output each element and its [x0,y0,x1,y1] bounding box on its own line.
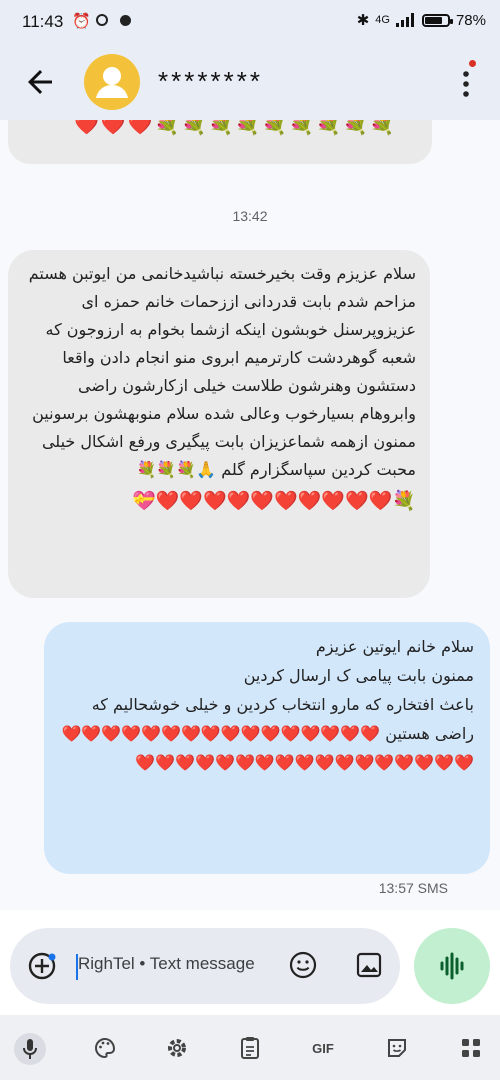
battery-icon [421,13,453,27]
person-icon [96,67,128,98]
message-input[interactable]: RighTel • Text message [10,928,400,1004]
back-arrow-icon[interactable] [22,64,58,100]
clipboard-icon[interactable] [235,1033,265,1063]
contact-avatar[interactable] [84,54,140,110]
sticker-icon[interactable] [382,1033,412,1063]
add-attachment-icon[interactable] [26,950,58,982]
battery-percent: 78% [455,11,486,29]
clock: 11:43 [22,12,64,31]
message-placeholder: RighTel • Text message [78,954,255,973]
incoming-message[interactable]: سلام عزیزم وقت بخیرخسته نباشیدخانمی من ا… [8,250,430,598]
waveform-icon [440,952,464,980]
message-text: سلام عزیزم وقت بخیرخسته نباشیدخانمی من ا… [28,264,416,479]
more-options-icon[interactable] [456,64,476,104]
palette-icon[interactable] [90,1033,120,1063]
conversation-header: ******** [0,44,500,120]
message-emojis: 💐💐💐💐💐💐💐💐💐❤️❤️❤️ [74,120,397,136]
message-list[interactable]: 💐💐💐💐💐💐💐💐💐❤️❤️❤️ 13:42 سلام عزیزم وقت بخی… [0,120,500,910]
data-saver-icon [96,14,108,26]
message-text: سلام خانم ایوتین عزیزم ممنون بابت پیامی … [61,637,474,772]
notification-icon [120,15,131,26]
outgoing-message[interactable]: سلام خانم ایوتین عزیزم ممنون بابت پیامی … [44,622,490,874]
message-status: 13:57 SMS [378,880,448,896]
gif-button[interactable]: GIF [306,1033,340,1063]
network-type: 4G [375,14,390,26]
settings-icon[interactable] [162,1033,192,1063]
status-bar: 11:43 ⏰ ✱ 4G 78% [0,0,500,44]
notification-dot [469,60,476,67]
gallery-icon[interactable] [352,948,386,982]
previous-incoming-message[interactable]: 💐💐💐💐💐💐💐💐💐❤️❤️❤️ [8,120,432,164]
apps-grid-icon[interactable] [456,1033,486,1063]
microphone-icon[interactable] [14,1033,46,1065]
message-emoji-line: 💐❤️❤️❤️❤️❤️❤️❤️❤️❤️❤️💝 [132,490,416,512]
signal-icon [395,13,414,27]
time-separator: 13:42 [232,208,268,224]
keyboard-toolbar: GIF [0,1015,500,1080]
voice-record-button[interactable] [414,928,490,1004]
bluetooth-icon: ✱ [356,12,370,29]
emoji-icon[interactable] [286,948,320,982]
alarm-icon: ⏰ [72,13,91,30]
compose-bar: RighTel • Text message [0,910,500,1015]
contact-name[interactable]: ******** [158,66,263,97]
